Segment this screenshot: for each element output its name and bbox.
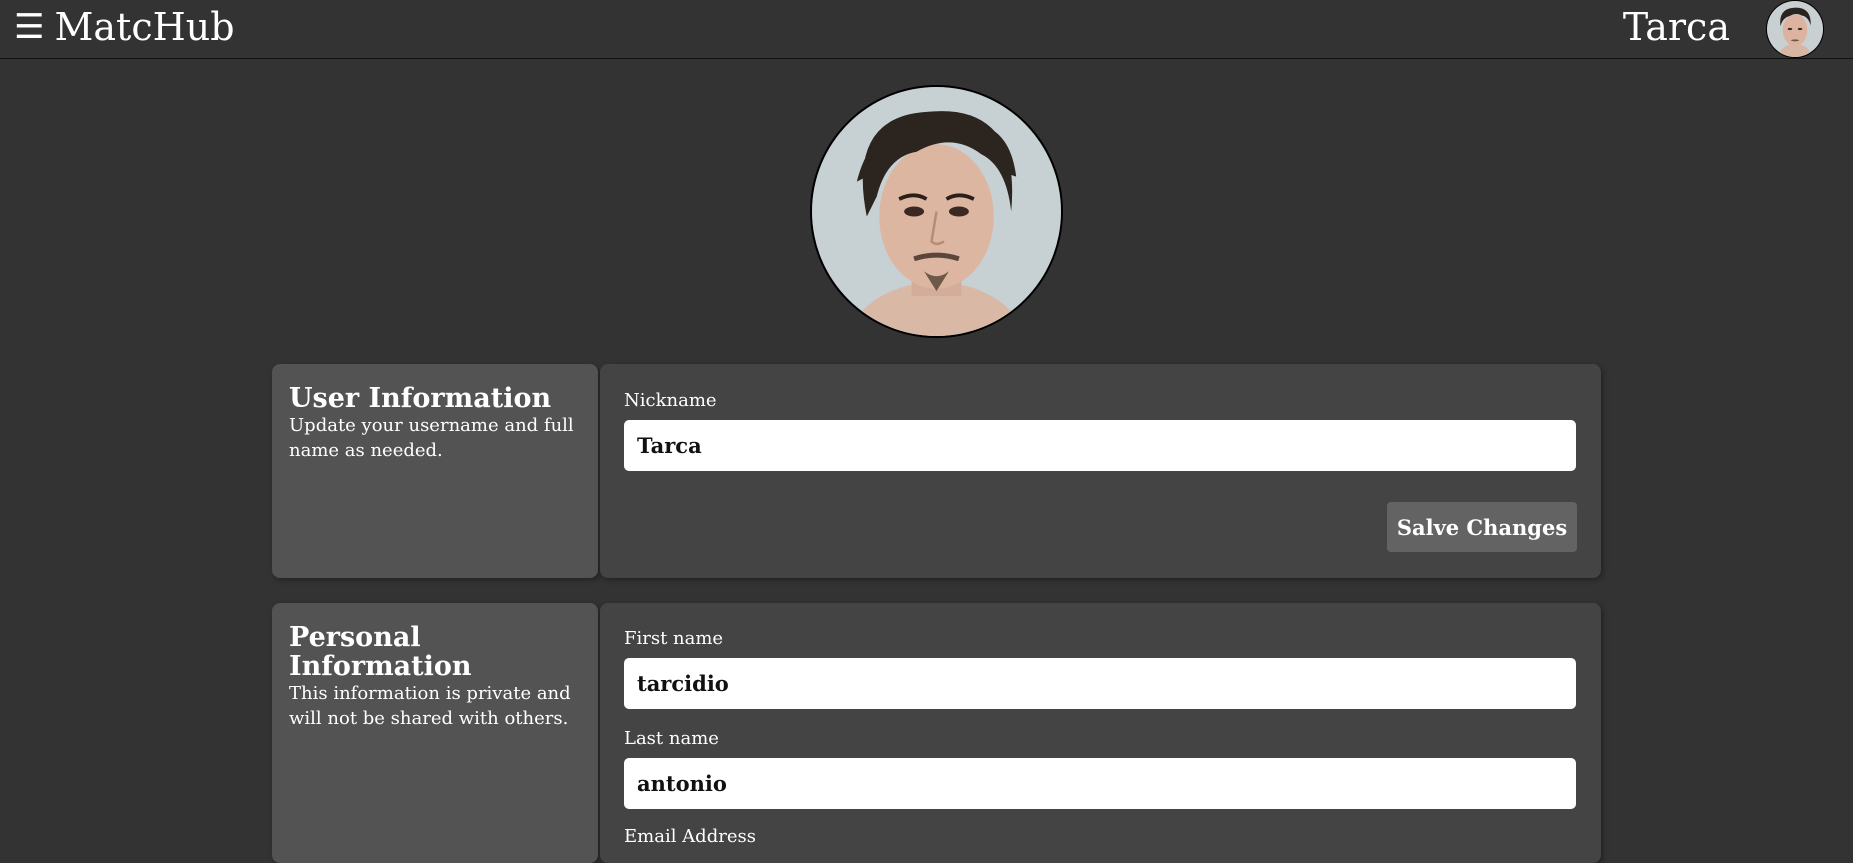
last-name-input[interactable] <box>624 758 1576 809</box>
header-username[interactable]: Tarca <box>1623 4 1730 50</box>
personal-info-title: Personal Information <box>289 622 472 682</box>
personal-info-side-panel: Personal Information This information is… <box>272 603 598 863</box>
personal-info-description: This information is private and will not… <box>289 683 571 729</box>
last-name-label: Last name <box>624 728 719 749</box>
first-name-input[interactable] <box>624 658 1576 709</box>
personal-info-form: First name Last name Email Address <box>600 603 1601 863</box>
top-navbar: ☰ MatcHub Tarca <box>0 0 1853 59</box>
header-avatar[interactable] <box>1766 0 1824 58</box>
user-info-form: Nickname Salve Changes <box>600 364 1601 578</box>
brand-link[interactable]: ☰ MatcHub <box>14 4 235 50</box>
profile-picture[interactable] <box>810 85 1063 338</box>
nickname-label: Nickname <box>624 390 717 411</box>
user-info-side-panel: User Information Update your username an… <box>272 364 598 578</box>
brand-name: MatcHub <box>54 5 235 49</box>
email-label: Email Address <box>624 826 756 847</box>
user-info-description: Update your username and full name as ne… <box>289 415 574 461</box>
first-name-label: First name <box>624 628 724 649</box>
save-changes-button[interactable]: Salve Changes <box>1387 502 1577 552</box>
avatar-photo-icon <box>1767 1 1823 57</box>
profile-photo-icon <box>812 87 1061 336</box>
nickname-input[interactable] <box>624 420 1576 471</box>
hamburger-menu-icon[interactable]: ☰ <box>14 4 44 50</box>
user-info-title: User Information <box>289 383 552 414</box>
